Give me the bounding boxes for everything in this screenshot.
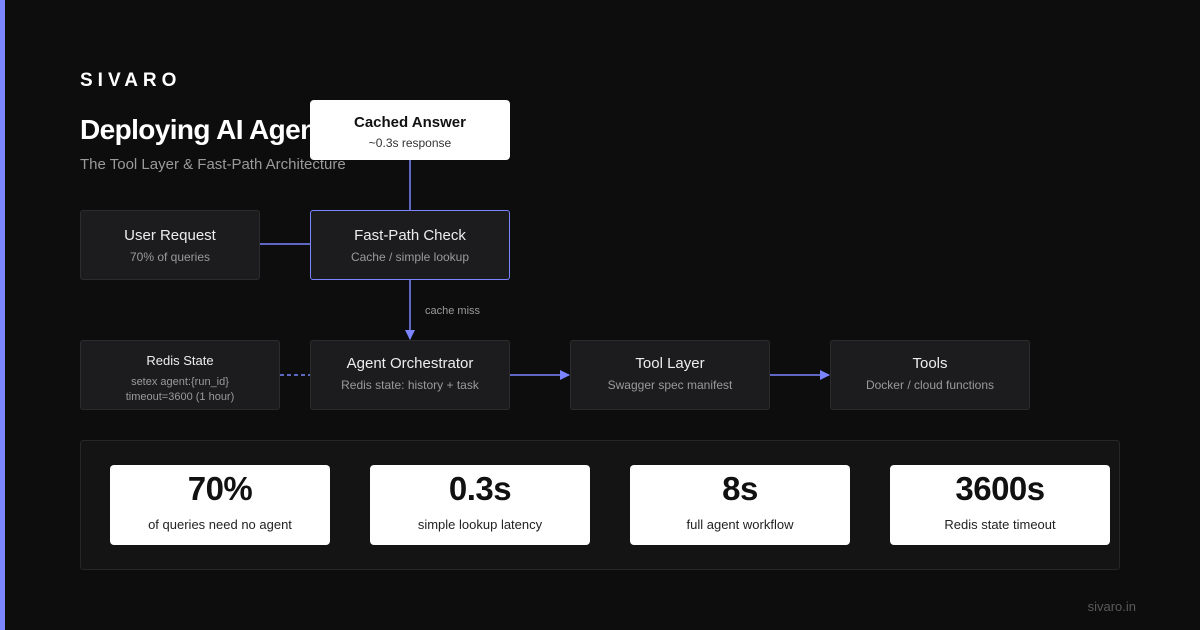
stat-card: 0.3s simple lookup latency: [370, 465, 590, 545]
footer-url: sivaro.in: [1087, 599, 1136, 614]
redis-state-label: Redis State: [146, 353, 214, 368]
stat-card: 70% of queries need no agent: [110, 465, 330, 545]
stat-label: of queries need no agent: [148, 517, 292, 532]
node-fast-path-check: Fast-Path Check Cache / simple lookup: [310, 210, 510, 280]
stat-value: 70%: [187, 470, 253, 507]
stat-value: 3600s: [955, 470, 1045, 507]
fast-path-label: Fast-Path Check: [354, 227, 466, 244]
stat-label: Redis state timeout: [944, 517, 1056, 532]
stat-card: 3600s Redis state timeout: [890, 465, 1110, 545]
stat-card: 8s full agent workflow: [630, 465, 850, 545]
stat-label: simple lookup latency: [417, 517, 543, 532]
node-cached-answer: Cached Answer ~0.3s response: [310, 100, 510, 160]
node-redis-state: Redis State setex agent:{run_id} timeout…: [80, 340, 280, 410]
stat-value: 0.3s: [448, 470, 512, 507]
node-user-request: User Request 70% of queries: [80, 210, 260, 280]
node-tool-layer: Tool Layer Swagger spec manifest: [570, 340, 770, 410]
fast-path-sub: Cache / simple lookup: [350, 250, 470, 264]
orchestrator-sub: Redis state: history + task: [341, 378, 479, 392]
cache-miss-label: cache miss: [425, 305, 481, 317]
node-agent-orchestrator: Agent Orchestrator Redis state: history …: [310, 340, 510, 410]
tool-layer-label: Tool Layer: [635, 355, 705, 372]
cached-answer-label: Cached Answer: [354, 114, 466, 131]
redis-state-key: setex agent:{run_id}: [131, 376, 229, 388]
node-tools: Tools Docker / cloud functions: [830, 340, 1030, 410]
tool-layer-sub: Swagger spec manifest: [607, 378, 733, 392]
orchestrator-label: Agent Orchestrator: [346, 355, 474, 372]
user-request-label: User Request: [124, 227, 216, 244]
stat-label: full agent workflow: [686, 517, 794, 532]
stat-value: 8s: [722, 470, 758, 507]
tools-sub: Docker / cloud functions: [865, 378, 995, 392]
redis-state-timeout: timeout=3600 (1 hour): [125, 391, 235, 403]
user-request-sub: 70% of queries: [129, 250, 211, 264]
tools-label: Tools: [912, 355, 948, 372]
cached-answer-sub: ~0.3s response: [368, 136, 452, 150]
